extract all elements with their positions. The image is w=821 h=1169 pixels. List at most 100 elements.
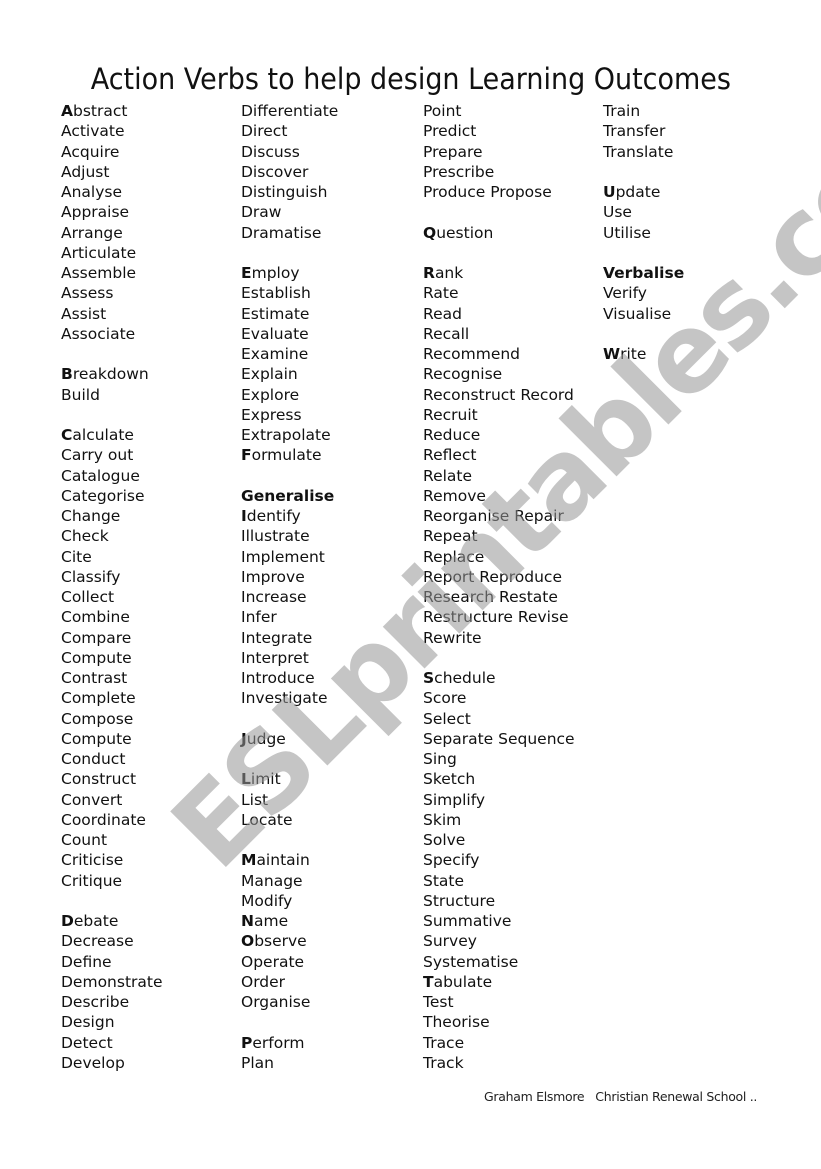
verb-item: Draw — [241, 203, 282, 222]
verb-item: Explore — [241, 385, 300, 404]
verb-item: Rewrite — [423, 628, 482, 647]
verb-rest: udge — [246, 729, 286, 748]
verb-item: Rate — [423, 284, 459, 303]
verb-item: Train — [603, 102, 641, 120]
verb-rest: imit — [250, 770, 281, 789]
verb-item: Reduce — [423, 426, 481, 444]
verb-item: Plan — [241, 1053, 274, 1072]
verb-rest: ame — [253, 912, 289, 930]
verb-item: Define — [61, 952, 112, 971]
verb-item: Translate — [603, 142, 674, 161]
verb-item: Examine — [241, 345, 309, 363]
initial-letter: M — [241, 851, 257, 870]
verb-rest: ebate — [73, 912, 119, 930]
verb-item: Cite — [61, 547, 92, 566]
verb-item: Organise — [241, 993, 311, 1011]
verb-item-heading: Generalise — [241, 486, 335, 505]
verb-item: Coordinate — [61, 810, 146, 829]
verb-item: Criticise — [61, 851, 124, 870]
verb-item: Classify — [61, 567, 121, 586]
verb-item: Transfer — [603, 122, 666, 141]
verb-item-letter-start: Schedule — [423, 668, 575, 688]
verb-item: Increase — [241, 588, 307, 606]
blank-spacer — [423, 202, 575, 222]
verb-item: Prescribe — [423, 162, 495, 181]
blank-spacer — [241, 466, 338, 486]
verb-item: Integrate — [241, 628, 313, 647]
verb-item: Utilise — [603, 223, 651, 242]
author-footer: Graham Elsmore Christian Renewal School … — [484, 1089, 758, 1104]
verb-item: Remove — [423, 486, 486, 505]
verb-item: Estimate — [241, 304, 310, 323]
verb-item: Survey — [423, 932, 477, 951]
verb-item: Build — [61, 385, 100, 404]
page-title: Action Verbs to help design Learning Out… — [90, 62, 731, 96]
verb-item: Investigate — [241, 689, 328, 708]
verb-item: Check — [61, 527, 109, 546]
verb-rest: bserve — [254, 932, 307, 951]
verb-item: Evaluate — [241, 324, 309, 343]
verb-item-letter-start: Formulate — [241, 445, 338, 465]
verb-rest: ank — [434, 264, 464, 282]
verb-item: Discuss — [241, 142, 300, 161]
verb-item: Point — [423, 102, 462, 120]
verb-item: Associate — [61, 324, 136, 343]
verb-item: Track — [423, 1053, 464, 1072]
verb-item: Relate — [423, 466, 473, 485]
verb-item: List — [241, 790, 269, 809]
initial-letter: A — [61, 102, 73, 120]
verb-column-4: Train Transfer Translate Update Use Utilise Ve… — [603, 101, 684, 364]
verb-item: Extrapolate — [241, 426, 331, 444]
verb-item: Discover — [241, 162, 309, 181]
verb-item-letter-start: Rank — [423, 263, 575, 283]
verb-item: Direct — [241, 122, 288, 141]
verb-item: Dramatise — [241, 223, 322, 242]
verb-item: Assess — [61, 284, 114, 303]
verb-item: Implement — [241, 547, 325, 566]
verb-item-letter-start: Question — [423, 223, 575, 243]
verb-item-letter-start: Identify — [241, 506, 338, 526]
blank-spacer — [61, 344, 163, 364]
initial-letter: F — [241, 446, 252, 465]
verb-item-letter-start: Breakdown — [61, 364, 163, 384]
verb-item: Catalogue — [61, 466, 140, 485]
verb-item: State — [423, 871, 465, 890]
verb-item: Assist — [61, 304, 107, 323]
verb-item-letter-start: Update — [603, 182, 684, 202]
verb-item: Test — [423, 993, 454, 1011]
verb-item: Acquire — [61, 142, 120, 161]
blank-spacer — [61, 405, 163, 425]
verb-item: Collect — [61, 588, 115, 606]
initial-letter: Q — [423, 223, 437, 242]
verb-item: Simplify — [423, 790, 486, 809]
blank-spacer — [423, 648, 575, 668]
verb-item: Predict — [423, 122, 477, 141]
verb-item: Use — [603, 203, 632, 222]
verb-item: Adjust — [61, 162, 110, 181]
initial-letter: W — [603, 345, 621, 363]
verb-item: Appraise — [61, 203, 130, 222]
verb-item: Sing — [423, 750, 457, 768]
verb-item: Structure — [423, 891, 496, 910]
verb-item: Locate — [241, 810, 293, 829]
verb-item: Read — [423, 304, 462, 323]
verb-item: Operate — [241, 952, 305, 971]
blank-spacer — [603, 324, 684, 344]
verb-item: Construct — [61, 770, 137, 789]
initial-letter: D — [61, 912, 74, 930]
verb-rest: pdate — [615, 183, 661, 201]
verb-item: Theorise — [423, 1013, 490, 1032]
verb-item: Summative — [423, 912, 512, 930]
verb-item: Conduct — [61, 750, 126, 768]
verb-item: Develop — [61, 1053, 125, 1072]
verb-item: Activate — [61, 122, 125, 141]
verb-rest: alculate — [72, 426, 134, 444]
verb-item: Express — [241, 405, 302, 424]
initial-letter: U — [603, 183, 616, 201]
verb-item: Reflect — [423, 446, 477, 465]
verb-item: Produce Propose — [423, 183, 552, 201]
verb-item-letter-start: Employ — [241, 263, 338, 283]
blank-spacer — [241, 709, 338, 729]
verb-item: Change — [61, 507, 121, 525]
verb-item: Distinguish — [241, 183, 328, 201]
